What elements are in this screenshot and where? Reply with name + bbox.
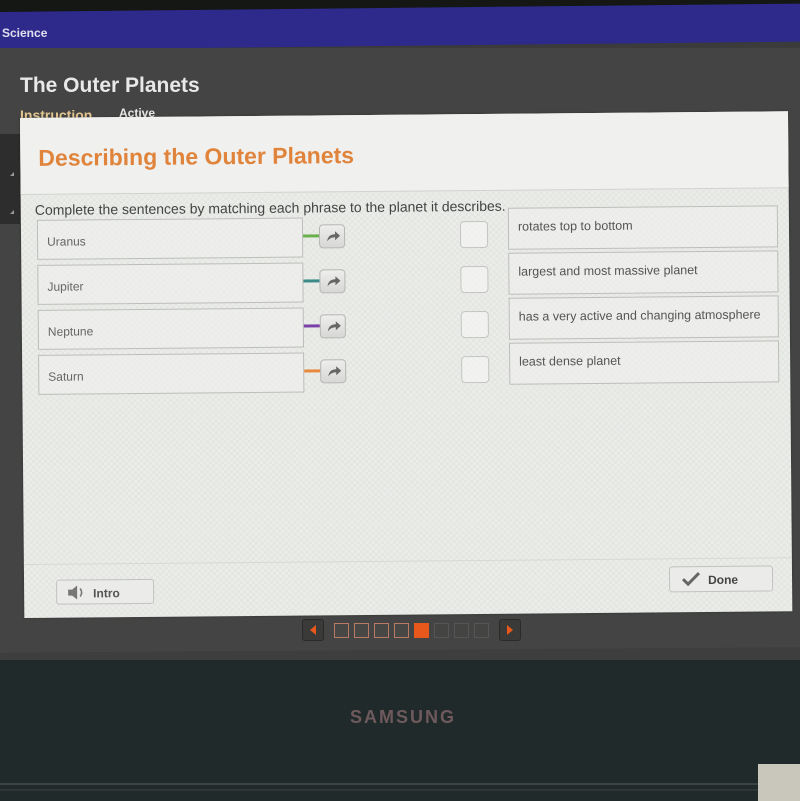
phrase-box[interactable]: rotates top to bottom bbox=[507, 205, 779, 250]
brand-logo: SAMSUNG bbox=[350, 707, 457, 727]
planet-label: Uranus bbox=[47, 234, 86, 249]
phrase-box[interactable]: has a very active and changing atmospher… bbox=[508, 295, 779, 340]
activity-card: Describing the Outer Planets Complete th… bbox=[20, 111, 793, 618]
subject-label[interactable]: Science bbox=[2, 26, 47, 40]
phrase-box[interactable]: least dense planet bbox=[508, 340, 780, 385]
activity-title: Describing the Outer Planets bbox=[38, 142, 355, 171]
laptop-bezel bbox=[0, 660, 800, 801]
curved-arrow-icon bbox=[327, 276, 341, 287]
connector-line bbox=[303, 324, 320, 328]
drag-handle[interactable] bbox=[318, 224, 346, 249]
page-indicator-3[interactable] bbox=[374, 623, 389, 638]
subject-bar bbox=[0, 3, 800, 51]
intro-label: Intro bbox=[93, 586, 120, 601]
page-indicator-1[interactable] bbox=[334, 623, 349, 638]
phrase-label: least dense planet bbox=[519, 353, 621, 369]
drop-target[interactable] bbox=[460, 310, 489, 339]
connector-line bbox=[303, 234, 320, 238]
done-label: Done bbox=[707, 572, 739, 588]
curved-arrow-icon bbox=[327, 321, 341, 332]
resize-mark-icon bbox=[10, 210, 14, 214]
phrase-box[interactable]: largest and most massive planet bbox=[508, 250, 779, 295]
bezel-edge bbox=[0, 783, 760, 785]
footer-divider bbox=[23, 557, 792, 565]
checkmark-icon bbox=[681, 572, 701, 587]
previous-page-button[interactable] bbox=[302, 619, 324, 641]
page-indicator-2[interactable] bbox=[354, 623, 369, 638]
drag-handle[interactable] bbox=[320, 359, 347, 384]
resize-mark-icon bbox=[10, 172, 14, 176]
speaker-icon bbox=[68, 585, 83, 600]
lesson-title: The Outer Planets bbox=[20, 74, 200, 97]
connector-line bbox=[303, 279, 320, 283]
drop-target[interactable] bbox=[461, 355, 490, 384]
triangle-left-icon bbox=[310, 625, 316, 635]
page-indicator-4[interactable] bbox=[394, 623, 409, 638]
phrase-label: rotates top to bottom bbox=[517, 218, 633, 234]
phrase-label: has a very active and changing atmospher… bbox=[518, 307, 761, 324]
curved-arrow-icon bbox=[327, 231, 341, 242]
planet-box-saturn: Saturn bbox=[38, 352, 305, 395]
next-page-button[interactable] bbox=[499, 619, 521, 641]
page-indicator-5[interactable] bbox=[414, 623, 429, 638]
drag-handle[interactable] bbox=[319, 269, 346, 294]
curved-arrow-icon bbox=[328, 366, 342, 377]
planet-box-uranus: Uranus bbox=[36, 217, 304, 260]
page-indicator-7[interactable] bbox=[454, 623, 469, 638]
intro-button[interactable]: Intro bbox=[56, 578, 155, 605]
planet-label: Neptune bbox=[47, 324, 94, 339]
page-indicator-6[interactable] bbox=[434, 623, 449, 638]
instructions-text: Complete the sentences by matching each … bbox=[34, 197, 506, 218]
bezel-edge bbox=[0, 789, 760, 791]
background-object bbox=[758, 764, 800, 801]
planet-label: Saturn bbox=[48, 369, 84, 384]
connector-line bbox=[304, 369, 321, 373]
planet-box-jupiter: Jupiter bbox=[37, 262, 304, 305]
drag-handle[interactable] bbox=[319, 314, 346, 339]
drop-target[interactable] bbox=[460, 265, 489, 294]
page-indicator-8[interactable] bbox=[474, 623, 489, 638]
done-button[interactable]: Done bbox=[668, 565, 774, 593]
side-rail bbox=[0, 134, 20, 224]
triangle-right-icon bbox=[507, 625, 513, 635]
phrase-label: largest and most massive planet bbox=[518, 263, 698, 279]
drop-target[interactable] bbox=[459, 220, 489, 249]
planet-label: Jupiter bbox=[47, 279, 84, 294]
planet-box-neptune: Neptune bbox=[37, 307, 305, 350]
activity-header: Describing the Outer Planets bbox=[20, 111, 789, 195]
